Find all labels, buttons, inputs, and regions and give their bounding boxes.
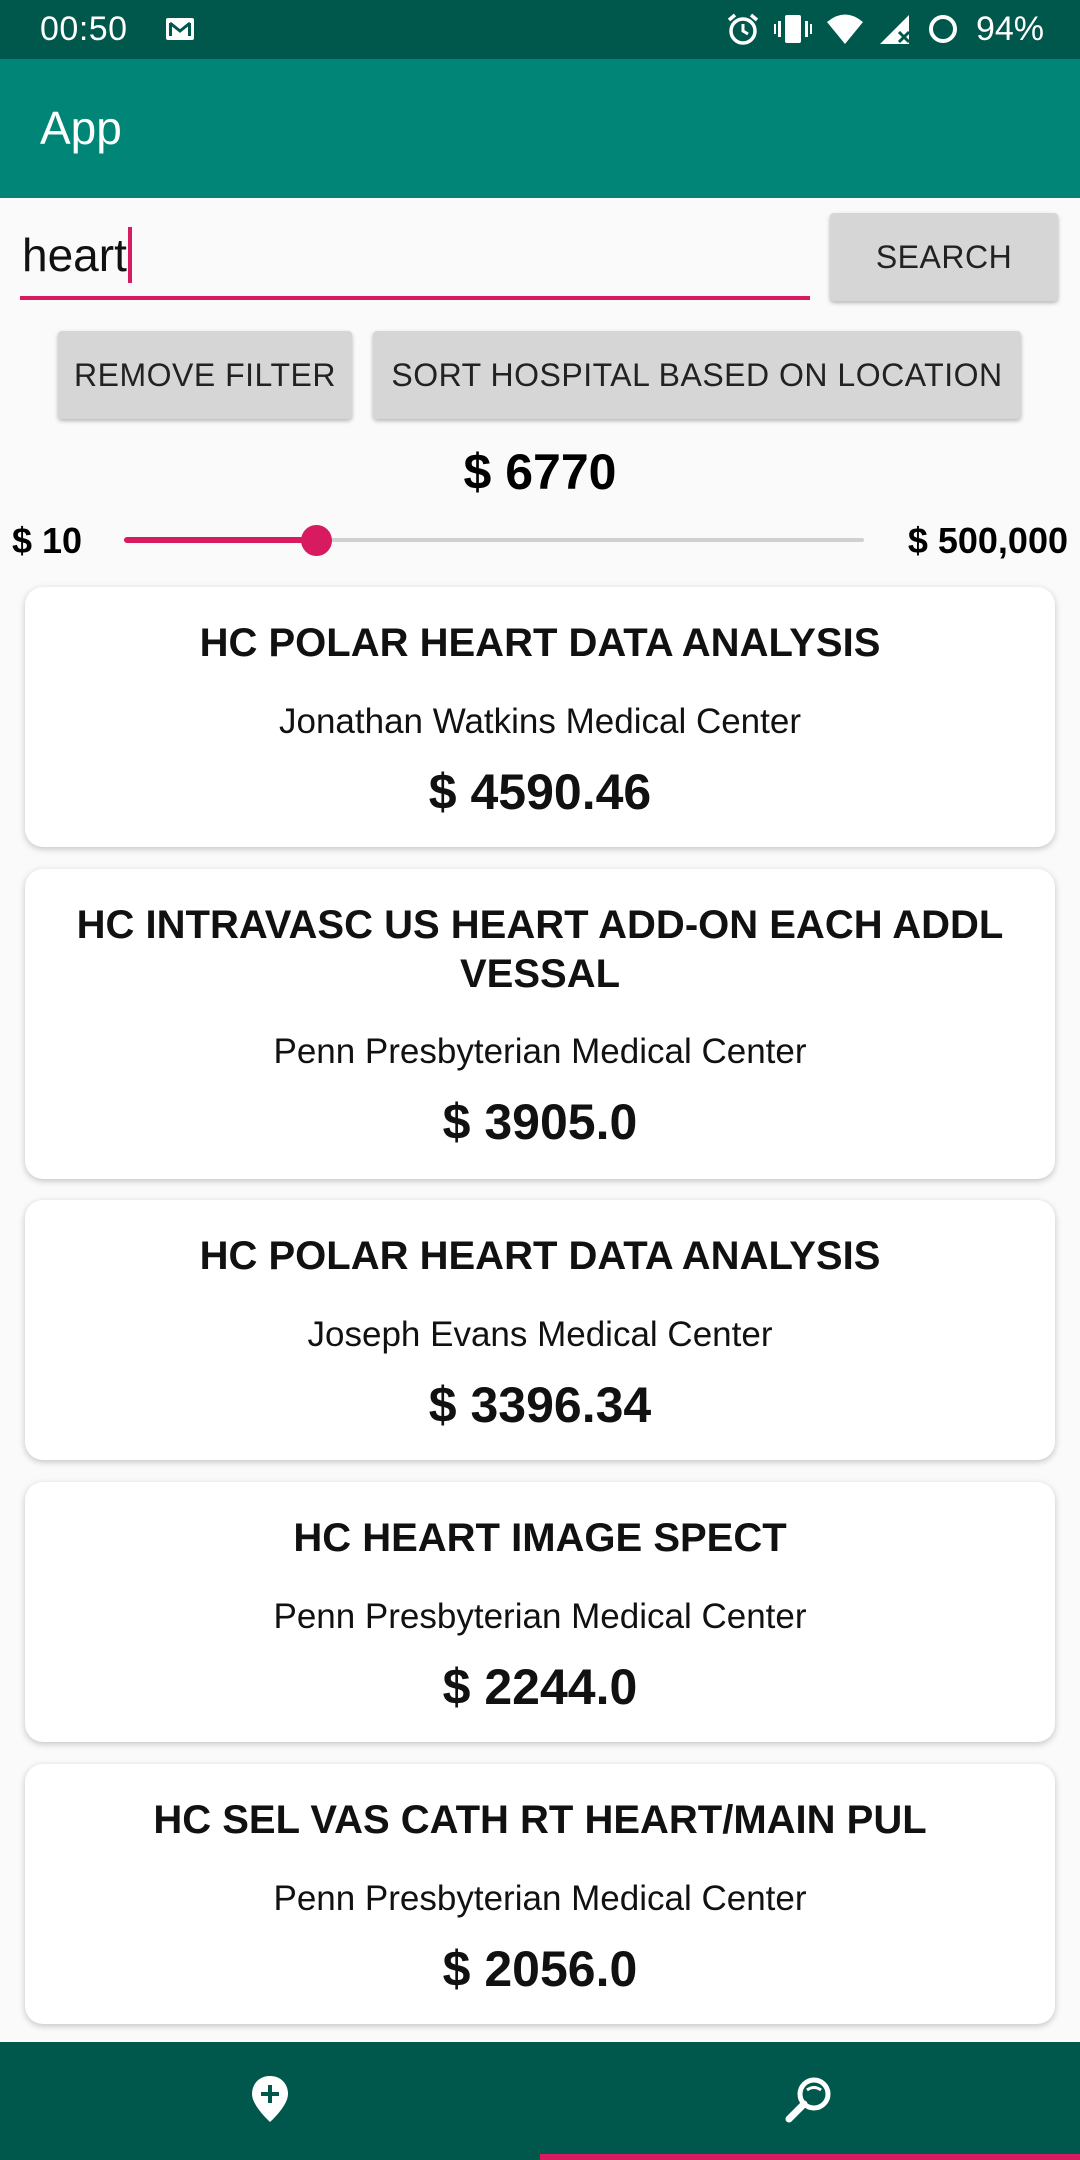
result-title: HC POLAR HEART DATA ANALYSIS [199, 621, 881, 665]
result-price: $ 2244.0 [442, 1659, 638, 1715]
app-bar: App [0, 59, 1080, 198]
app-title: App [40, 102, 122, 154]
sort-by-location-button[interactable]: SORT HOSPITAL BASED ON LOCATION [373, 331, 1021, 419]
battery-icon [926, 12, 960, 46]
result-price: $ 4590.46 [428, 764, 652, 820]
price-slider[interactable] [124, 522, 864, 558]
mail-icon [165, 17, 195, 46]
wifi-icon [826, 13, 864, 45]
nav-search[interactable] [540, 2042, 1080, 2160]
search-button[interactable]: SEARCH [830, 213, 1058, 301]
result-title: HC INTRAVASC US HEART ADD-ON EACH ADDL V… [76, 903, 1004, 996]
alarm-icon [726, 12, 760, 46]
search-input[interactable]: heart [20, 215, 810, 300]
status-bar: 00:50 94% [0, 0, 1080, 59]
result-title: HC POLAR HEART DATA ANALYSIS [199, 1234, 881, 1278]
result-title: HC SEL VAS CATH RT HEART/MAIN PUL [153, 1798, 927, 1842]
result-price: $ 2056.0 [442, 1941, 638, 1997]
text-caret [127, 227, 132, 283]
result-hospital: Jonathan Watkins Medical Center [278, 702, 801, 741]
result-hospital: Penn Presbyterian Medical Center [273, 1032, 807, 1071]
result-hospital: Penn Presbyterian Medical Center [273, 1879, 807, 1918]
search-input-value: heart [22, 227, 132, 283]
result-card[interactable]: HC POLAR HEART DATA ANALYSIS Jonathan Wa… [25, 587, 1055, 847]
result-card[interactable]: HC INTRAVASC US HEART ADD-ON EACH ADDL V… [25, 869, 1055, 1179]
price-max-label: $ 500,000 [907, 520, 1068, 561]
nav-selected-indicator [540, 2154, 1080, 2160]
result-price: $ 3905.0 [442, 1094, 638, 1150]
status-time: 00:50 [40, 10, 128, 48]
slider-thumb[interactable] [301, 525, 333, 556]
remove-filter-button[interactable]: REMOVE FILTER [58, 331, 352, 419]
battery-percent: 94% [975, 10, 1044, 48]
price-current-value: $ 6770 [463, 444, 617, 500]
result-price: $ 3396.34 [428, 1377, 652, 1433]
result-card[interactable]: HC SEL VAS CATH RT HEART/MAIN PUL Penn P… [25, 1764, 1055, 2024]
vibrate-icon [773, 12, 812, 46]
slider-fill [124, 537, 317, 543]
price-min-label: $ 10 [12, 520, 83, 561]
result-card[interactable]: HC POLAR HEART DATA ANALYSIS Joseph Evan… [25, 1200, 1055, 1460]
bottom-navigation [0, 2042, 1080, 2160]
status-icons: 94% [726, 9, 1044, 49]
result-hospital: Joseph Evans Medical Center [307, 1315, 773, 1354]
nav-add-location[interactable] [0, 2042, 540, 2160]
search-icon [784, 2074, 836, 2129]
result-title: HC HEART IMAGE SPECT [293, 1516, 787, 1560]
result-card[interactable]: HC HEART IMAGE SPECT Penn Presbyterian M… [25, 1482, 1055, 1742]
add-location-icon [250, 2074, 290, 2129]
signal-icon [878, 13, 912, 45]
result-hospital: Penn Presbyterian Medical Center [273, 1597, 807, 1636]
